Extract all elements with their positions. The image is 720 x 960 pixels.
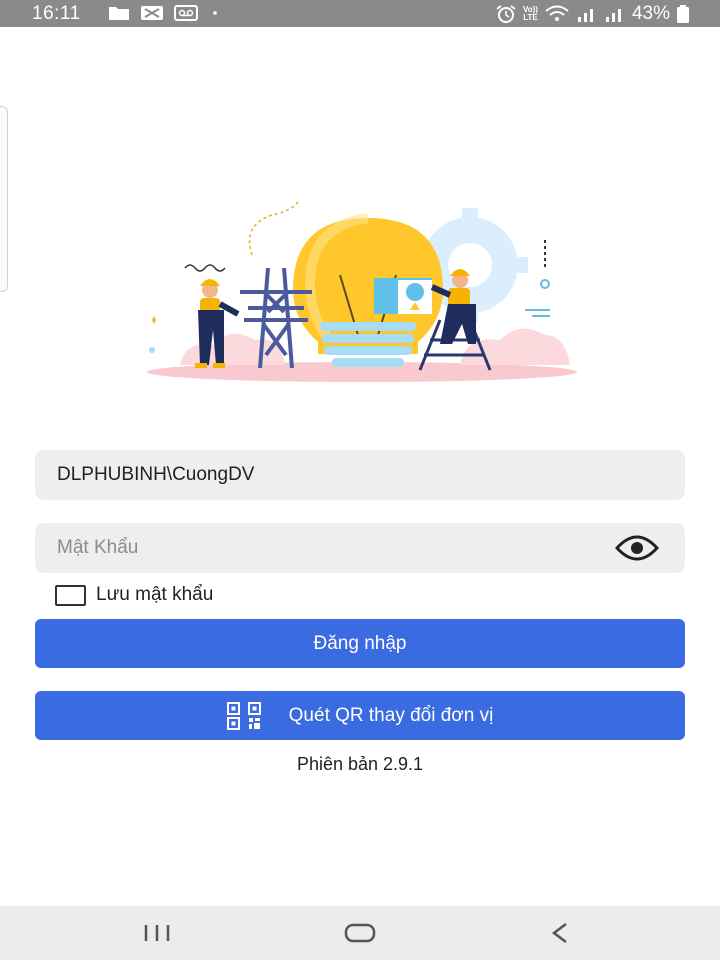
login-button[interactable]: Đăng nhập (35, 619, 685, 668)
home-icon[interactable] (340, 920, 380, 946)
notification-icons (108, 5, 222, 21)
status-time: 16:11 (32, 3, 81, 24)
password-field[interactable]: Mật Khẩu (35, 523, 685, 573)
battery-percent: 43% (631, 3, 670, 24)
tape-icon (141, 6, 163, 20)
alarm-icon (496, 5, 516, 23)
password-placeholder: Mật Khẩu (57, 537, 139, 558)
eye-icon[interactable] (615, 535, 659, 561)
volte-lte-icon: Vo)) LTE (523, 5, 538, 22)
navigation-bar (0, 906, 720, 960)
login-button-label: Đăng nhập (313, 632, 407, 654)
username-value: DLPHUBINH\CuongDV (57, 464, 255, 485)
wifi-icon (545, 5, 569, 21)
app-version: Phiên bản 2.9.1 (296, 754, 424, 774)
status-bar: 16:11 Vo)) LTE 43% (0, 0, 720, 27)
signal-icon (577, 9, 593, 22)
dot-icon (213, 11, 217, 15)
edge-panel-handle[interactable] (0, 106, 8, 292)
qr-code-icon (226, 701, 261, 730)
recents-icon[interactable] (138, 920, 178, 946)
signal-icon (605, 9, 621, 22)
folder-icon (109, 7, 129, 20)
remember-password-checkbox[interactable] (55, 584, 86, 606)
voicemail-icon (174, 5, 198, 21)
electricians-lightbulb-illustration (147, 200, 577, 382)
scan-qr-button-label: Quét QR thay đổi đơn vị (288, 704, 494, 726)
scan-qr-button[interactable]: Quét QR thay đổi đơn vị (35, 691, 685, 740)
battery-icon (677, 5, 689, 23)
back-icon[interactable] (542, 920, 582, 946)
username-field[interactable]: DLPHUBINH\CuongDV (35, 450, 685, 500)
remember-password-label: Lưu mật khẩu (96, 584, 214, 605)
remember-password-row[interactable]: Lưu mật khẩu (55, 584, 213, 606)
system-status-icons: Vo)) LTE 43% (495, 3, 690, 25)
